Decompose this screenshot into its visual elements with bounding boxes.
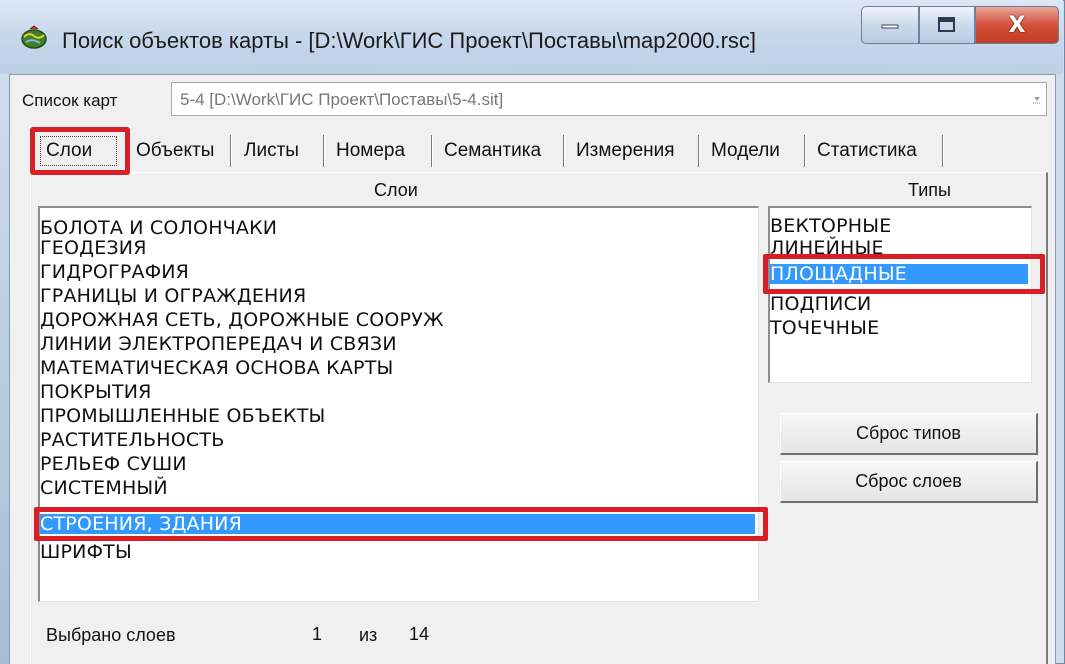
tab-label: Семантика <box>444 140 542 161</box>
title-bar[interactable]: Поиск объектов карты - [D:\Work\ГИС Прое… <box>0 0 1063 74</box>
tab-label: Номера <box>336 140 406 161</box>
list-item[interactable]: БОЛОТА И СОЛОНЧАКИ <box>40 218 277 238</box>
list-item[interactable]: РАСТИТЕЛЬНОСТЬ <box>40 430 224 450</box>
layers-header: Слои <box>374 180 418 200</box>
list-item[interactable]: СИСТЕМНЫЙ <box>40 478 168 498</box>
map-list-combobox[interactable]: 5-4 [D:\Work\ГИС Проект\Поставы\5-4.sit] <box>171 82 1047 116</box>
layer-highlight-box <box>34 507 768 541</box>
of-label: из <box>359 625 378 645</box>
window-title: Поиск объектов карты - [D:\Work\ГИС Прое… <box>62 28 757 53</box>
tab-semantics[interactable]: Семантика <box>438 131 541 171</box>
list-item[interactable]: ПОКРЫТИЯ <box>40 382 152 402</box>
window-border <box>0 74 9 664</box>
types-header: Типы <box>908 180 951 200</box>
list-item[interactable]: ТОЧЕЧНЫЕ <box>770 318 879 338</box>
types-listbox[interactable]: ВЕКТОРНЫЕ ЛИНЕЙНЫЕ ПЛОЩАДНЫЕ ПОДПИСИ ТОЧ… <box>768 206 1032 383</box>
tab-label: Модели <box>711 140 780 161</box>
list-item[interactable]: ВЕКТОРНЫЕ <box>770 216 891 236</box>
tab-objects[interactable]: Объекты <box>130 131 214 171</box>
tab-divider <box>431 135 433 167</box>
maximize-button[interactable] <box>919 6 975 44</box>
list-item[interactable]: ДОРОЖНАЯ СЕТЬ, ДОРОЖНЫЕ СООРУЖ <box>40 310 444 330</box>
selected-layers-count: 1 <box>312 624 323 644</box>
tab-measurements[interactable]: Измерения <box>570 131 675 171</box>
list-item[interactable]: ГЕОДЕЗИЯ <box>40 238 147 258</box>
selected-layers-label: Выбрано слоев <box>46 625 176 645</box>
tab-numbers[interactable]: Номера <box>330 131 405 171</box>
list-item[interactable]: ГРАНИЦЫ И ОГРАЖДЕНИЯ <box>40 286 306 306</box>
tab-models[interactable]: Модели <box>705 131 780 171</box>
map-globe-icon <box>20 24 48 52</box>
list-item[interactable]: ПРОМЫШЛЕННЫЕ ОБЪЕКТЫ <box>40 406 326 426</box>
map-list-value: 5-4 [D:\Work\ГИС Проект\Поставы\5-4.sit] <box>180 90 504 109</box>
reset-types-button[interactable]: Сброс типов <box>780 413 1038 455</box>
tab-divider <box>698 135 700 167</box>
tab-divider <box>323 135 325 167</box>
map-list-label: Список карт <box>22 91 118 110</box>
tab-sheets[interactable]: Листы <box>238 131 299 171</box>
tab-label: Объекты <box>136 140 215 161</box>
tab-divider <box>563 135 565 167</box>
tab-label: Листы <box>244 140 299 161</box>
minimize-icon <box>881 24 899 29</box>
tab-label: Статистика <box>817 140 917 161</box>
type-highlight-box <box>763 254 1045 294</box>
list-item[interactable]: ГИДРОГРАФИЯ <box>40 262 189 282</box>
list-item[interactable]: ПОДПИСИ <box>770 294 871 314</box>
maximize-icon <box>938 17 955 32</box>
close-icon: X <box>1008 12 1026 38</box>
list-item[interactable]: РЕЛЬЕФ СУШИ <box>40 454 187 474</box>
tab-divider <box>942 135 944 167</box>
chevron-down-icon[interactable] <box>1028 83 1046 115</box>
layers-listbox[interactable]: БОЛОТА И СОЛОНЧАКИ ГЕОДЕЗИЯ ГИДРОГРАФИЯ … <box>38 206 759 602</box>
list-item[interactable]: ЛИНИИ ЭЛЕКТРОПЕРЕДАЧ И СВЯЗИ <box>40 334 397 354</box>
tab-highlight-box <box>30 127 130 175</box>
total-layers-count: 14 <box>409 624 430 644</box>
list-item[interactable]: ШРИФТЫ <box>40 542 132 562</box>
tab-label: Измерения <box>576 140 675 161</box>
button-label: Сброс типов <box>856 423 961 443</box>
tab-divider <box>804 135 806 167</box>
tab-divider <box>230 135 232 167</box>
tab-statistics[interactable]: Статистика <box>811 131 917 171</box>
reset-layers-button[interactable]: Сброс слоев <box>780 461 1038 503</box>
list-item[interactable]: МАТЕМАТИЧЕСКАЯ ОСНОВА КАРТЫ <box>40 358 394 378</box>
close-button[interactable]: X <box>975 6 1059 44</box>
minimize-button[interactable] <box>861 6 919 44</box>
button-label: Сброс слоев <box>855 471 962 491</box>
